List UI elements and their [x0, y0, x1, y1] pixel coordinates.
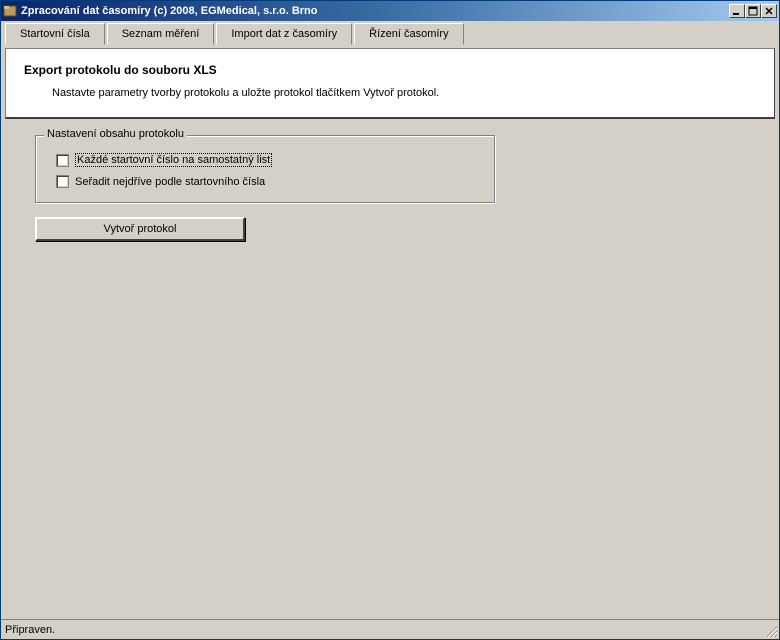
app-window: Zpracování dat časomíry (c) 2008, EGMedi…: [0, 0, 780, 640]
tab-bar: Startovní čísla Seznam měření Import dat…: [1, 21, 779, 44]
page-description: Nastavte parametry tvorby protokolu a ul…: [24, 87, 756, 99]
titlebar[interactable]: Zpracování dat časomíry (c) 2008, EGMedi…: [1, 1, 779, 21]
checkbox-label: Seřadit nejdříve podle startovního čísla: [75, 176, 265, 188]
close-button[interactable]: [761, 4, 777, 18]
tab-label: Seznam měření: [122, 28, 200, 40]
page-header-panel: Export protokolu do souboru XLS Nastavte…: [5, 48, 775, 119]
minimize-button[interactable]: [729, 4, 745, 18]
button-label: Vytvoř protokol: [104, 223, 177, 235]
tab-label: Startovní čísla: [20, 28, 90, 40]
resize-grip-icon[interactable]: [764, 624, 778, 638]
app-icon: [3, 4, 17, 18]
tab-control[interactable]: Řízení časomíry: [354, 23, 463, 45]
checkbox-sort-by-number[interactable]: [56, 175, 69, 188]
groupbox-legend: Nastavení obsahu protokolu: [44, 128, 187, 140]
window-title: Zpracování dat časomíry (c) 2008, EGMedi…: [21, 5, 729, 17]
tab-measurement-list[interactable]: Seznam měření: [107, 23, 215, 45]
tab-label: Import dat z časomíry: [231, 28, 337, 40]
checkbox-row-separate-sheet[interactable]: Každé startovní číslo na samostatný list: [56, 153, 482, 167]
checkbox-separate-sheet[interactable]: [56, 154, 69, 167]
status-text: Připraven.: [5, 624, 55, 636]
checkbox-label: Každé startovní číslo na samostatný list: [75, 153, 272, 167]
tab-import[interactable]: Import dat z časomíry: [216, 23, 352, 45]
content-area: Export protokolu do souboru XLS Nastavte…: [1, 44, 779, 619]
create-protocol-button[interactable]: Vytvoř protokol: [35, 217, 245, 241]
protocol-settings-group: Nastavení obsahu protokolu Každé startov…: [35, 135, 495, 203]
page-title: Export protokolu do souboru XLS: [24, 63, 756, 77]
form-area: Nastavení obsahu protokolu Každé startov…: [5, 135, 775, 241]
maximize-button[interactable]: [745, 4, 761, 18]
tab-start-numbers[interactable]: Startovní čísla: [5, 23, 105, 45]
status-bar: Připraven.: [1, 619, 779, 639]
checkbox-row-sort-by-number[interactable]: Seřadit nejdříve podle startovního čísla: [56, 175, 482, 188]
tab-label: Řízení časomíry: [369, 28, 448, 40]
window-controls: [729, 4, 777, 18]
